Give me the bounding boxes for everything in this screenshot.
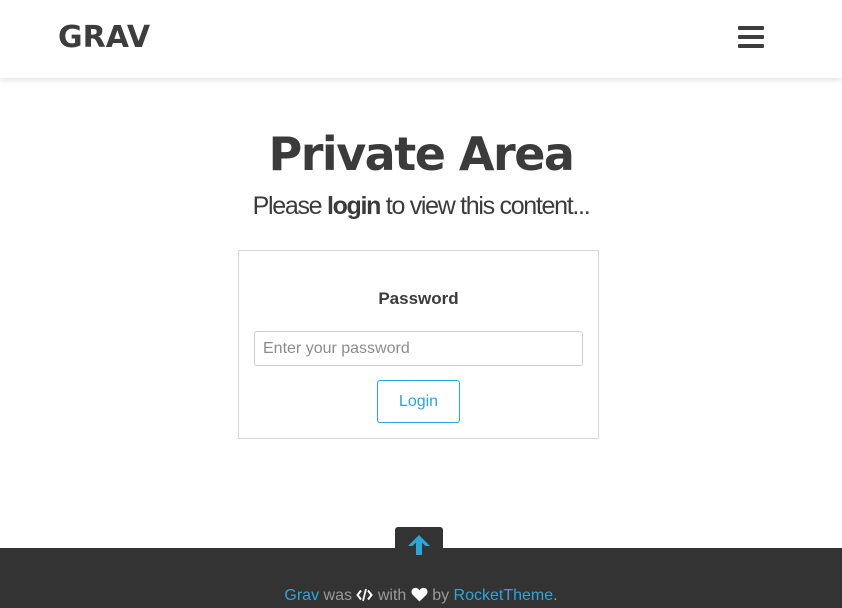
- password-label: Password: [378, 289, 459, 308]
- code-icon: [356, 588, 374, 608]
- credit-text-with: with: [373, 587, 411, 604]
- subtitle-text-before: Please: [252, 192, 327, 220]
- hamburger-menu-icon[interactable]: [738, 26, 764, 48]
- hamburger-bar: [738, 44, 764, 48]
- grav-link[interactable]: Grav: [284, 587, 319, 604]
- footer-credits: Grav was with by RocketTheme.: [0, 586, 842, 608]
- password-input[interactable]: [254, 331, 583, 366]
- page-title: Private Area: [268, 127, 575, 181]
- arrow-up-icon: [408, 535, 430, 555]
- heart-icon: [411, 587, 428, 608]
- rockettheme-link[interactable]: RocketTheme: [454, 587, 554, 604]
- subtitle-login-word: login: [326, 192, 382, 220]
- login-form: Password Login: [238, 250, 599, 439]
- login-button[interactable]: Login: [377, 380, 460, 423]
- credit-text-by: by: [427, 587, 454, 604]
- page-subtitle: Please login to view this content...: [0, 190, 842, 222]
- hamburger-bar: [738, 26, 764, 30]
- site-logo[interactable]: GRAV: [58, 20, 150, 56]
- credit-text-was: was: [319, 587, 357, 604]
- back-to-top-button[interactable]: [395, 527, 443, 557]
- credit-text-end: .: [553, 587, 558, 604]
- hamburger-bar: [738, 35, 764, 39]
- subtitle-text-after: to view this content...: [380, 192, 591, 220]
- site-header: GRAV: [0, 0, 842, 78]
